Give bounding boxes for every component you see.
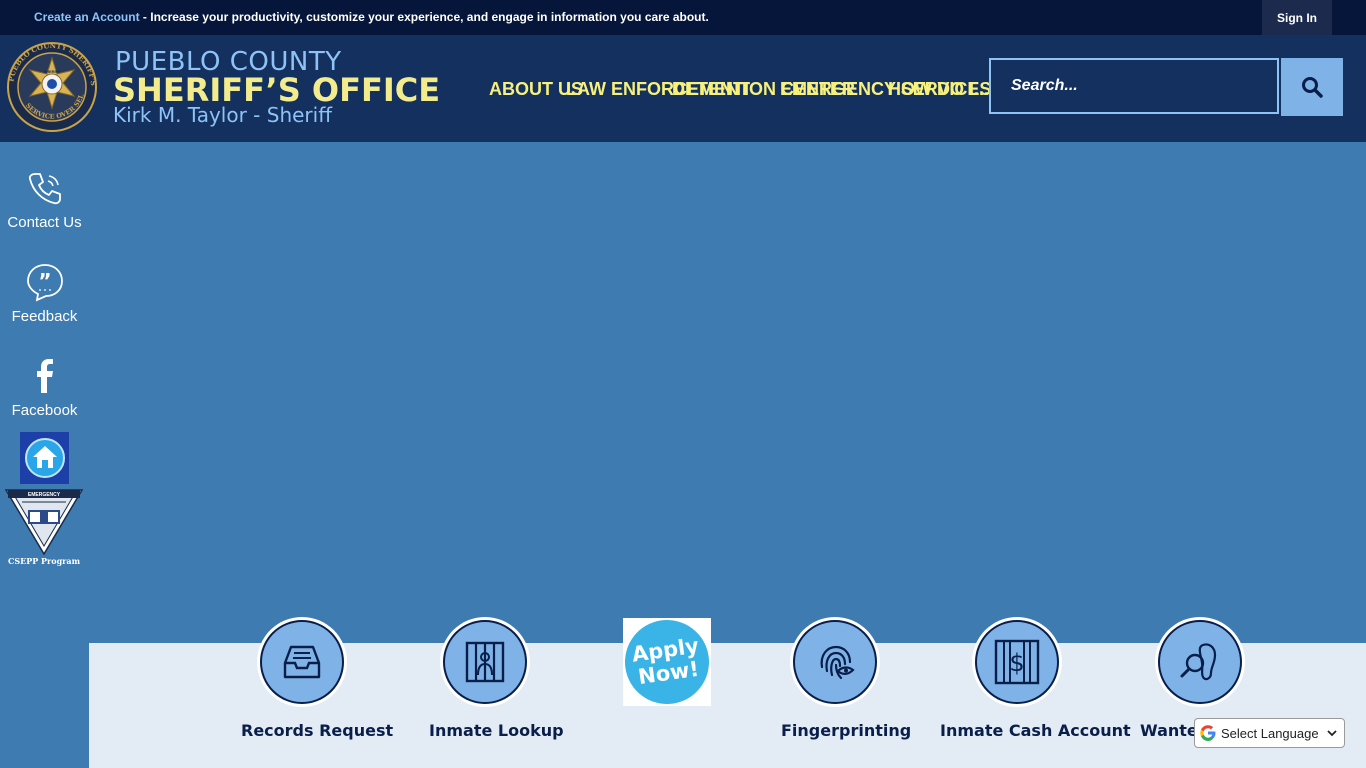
apply-now-badge: Apply Now! xyxy=(619,614,715,710)
dollar-bars-icon: $ xyxy=(994,639,1040,685)
records-request-button[interactable] xyxy=(260,620,344,704)
home-link[interactable] xyxy=(20,432,69,484)
nav-how-do-i[interactable]: HOW DO I... xyxy=(888,79,990,99)
svg-text:$: $ xyxy=(1009,649,1024,677)
apply-now-button[interactable]: Apply Now! xyxy=(619,614,715,710)
search-button[interactable] xyxy=(1281,58,1343,116)
badge-center-text: SHERIFF xyxy=(43,69,61,74)
sheriff-badge-logo-icon[interactable]: PUEBLO COUNTY SHERIFF'S OFFICE SERVICE O… xyxy=(7,42,97,132)
sidebar-item-label: Facebook xyxy=(11,402,78,419)
csepp-badge-text: EMERGENCY xyxy=(28,492,61,498)
language-selector[interactable]: Select Language xyxy=(1194,718,1345,748)
inmate-cash-account-label[interactable]: Inmate Cash Account xyxy=(940,721,1131,740)
quote-bubble-icon: ” xyxy=(26,264,63,302)
sidebar-item-label: Feedback xyxy=(11,308,78,325)
inmate-cash-account-button[interactable]: $ xyxy=(975,620,1059,704)
csepp-badge-icon: EMERGENCY xyxy=(4,489,84,556)
fingerprinting-button[interactable] xyxy=(793,620,877,704)
sidebar-item-feedback[interactable]: ” Feedback xyxy=(0,262,89,325)
sidebar-item-label: Contact Us xyxy=(7,214,82,231)
sign-in-button[interactable]: Sign In xyxy=(1262,0,1332,35)
csepp-caption: CSEPP Program xyxy=(7,556,81,566)
sidebar-item-contact-us[interactable]: Contact Us xyxy=(0,168,89,231)
inmate-lookup-button[interactable] xyxy=(443,620,527,704)
magnifier-footprint-icon xyxy=(1180,643,1217,681)
facebook-icon xyxy=(36,359,53,393)
account-message-text: - Increase your productivity, customize … xyxy=(139,10,709,24)
search-icon xyxy=(1302,77,1323,98)
inbox-tray-icon xyxy=(283,645,321,679)
fingerprinting-label[interactable]: Fingerprinting xyxy=(781,721,911,740)
chevron-down-icon xyxy=(1327,730,1337,737)
sidebar-item-facebook[interactable]: Facebook xyxy=(0,356,89,419)
jail-bars-icon xyxy=(465,641,505,683)
records-request-label[interactable]: Records Request xyxy=(241,721,393,740)
search-input[interactable] xyxy=(991,60,1277,112)
phone-icon xyxy=(28,173,61,205)
site-header: PUEBLO COUNTY SHERIFF'S OFFICE SERVICE O… xyxy=(0,35,1366,142)
brand-sheriff-name: Kirk M. Taylor - Sheriff xyxy=(113,103,332,127)
top-bar: Create an Account - Increase your produc… xyxy=(0,0,1366,35)
google-g-icon xyxy=(1200,725,1216,741)
create-account-link[interactable]: Create an Account xyxy=(34,10,140,24)
fingerprint-icon xyxy=(820,645,855,680)
home-icon xyxy=(24,438,65,478)
inmate-lookup-label[interactable]: Inmate Lookup xyxy=(429,721,564,740)
account-message: Create an Account - Increase your produc… xyxy=(34,10,709,24)
csepp-program-link[interactable]: EMERGENCY CSEPP Program xyxy=(4,488,84,570)
language-selector-label: Select Language xyxy=(1221,725,1319,741)
search-box xyxy=(989,58,1279,114)
wanted-button[interactable] xyxy=(1158,620,1242,704)
